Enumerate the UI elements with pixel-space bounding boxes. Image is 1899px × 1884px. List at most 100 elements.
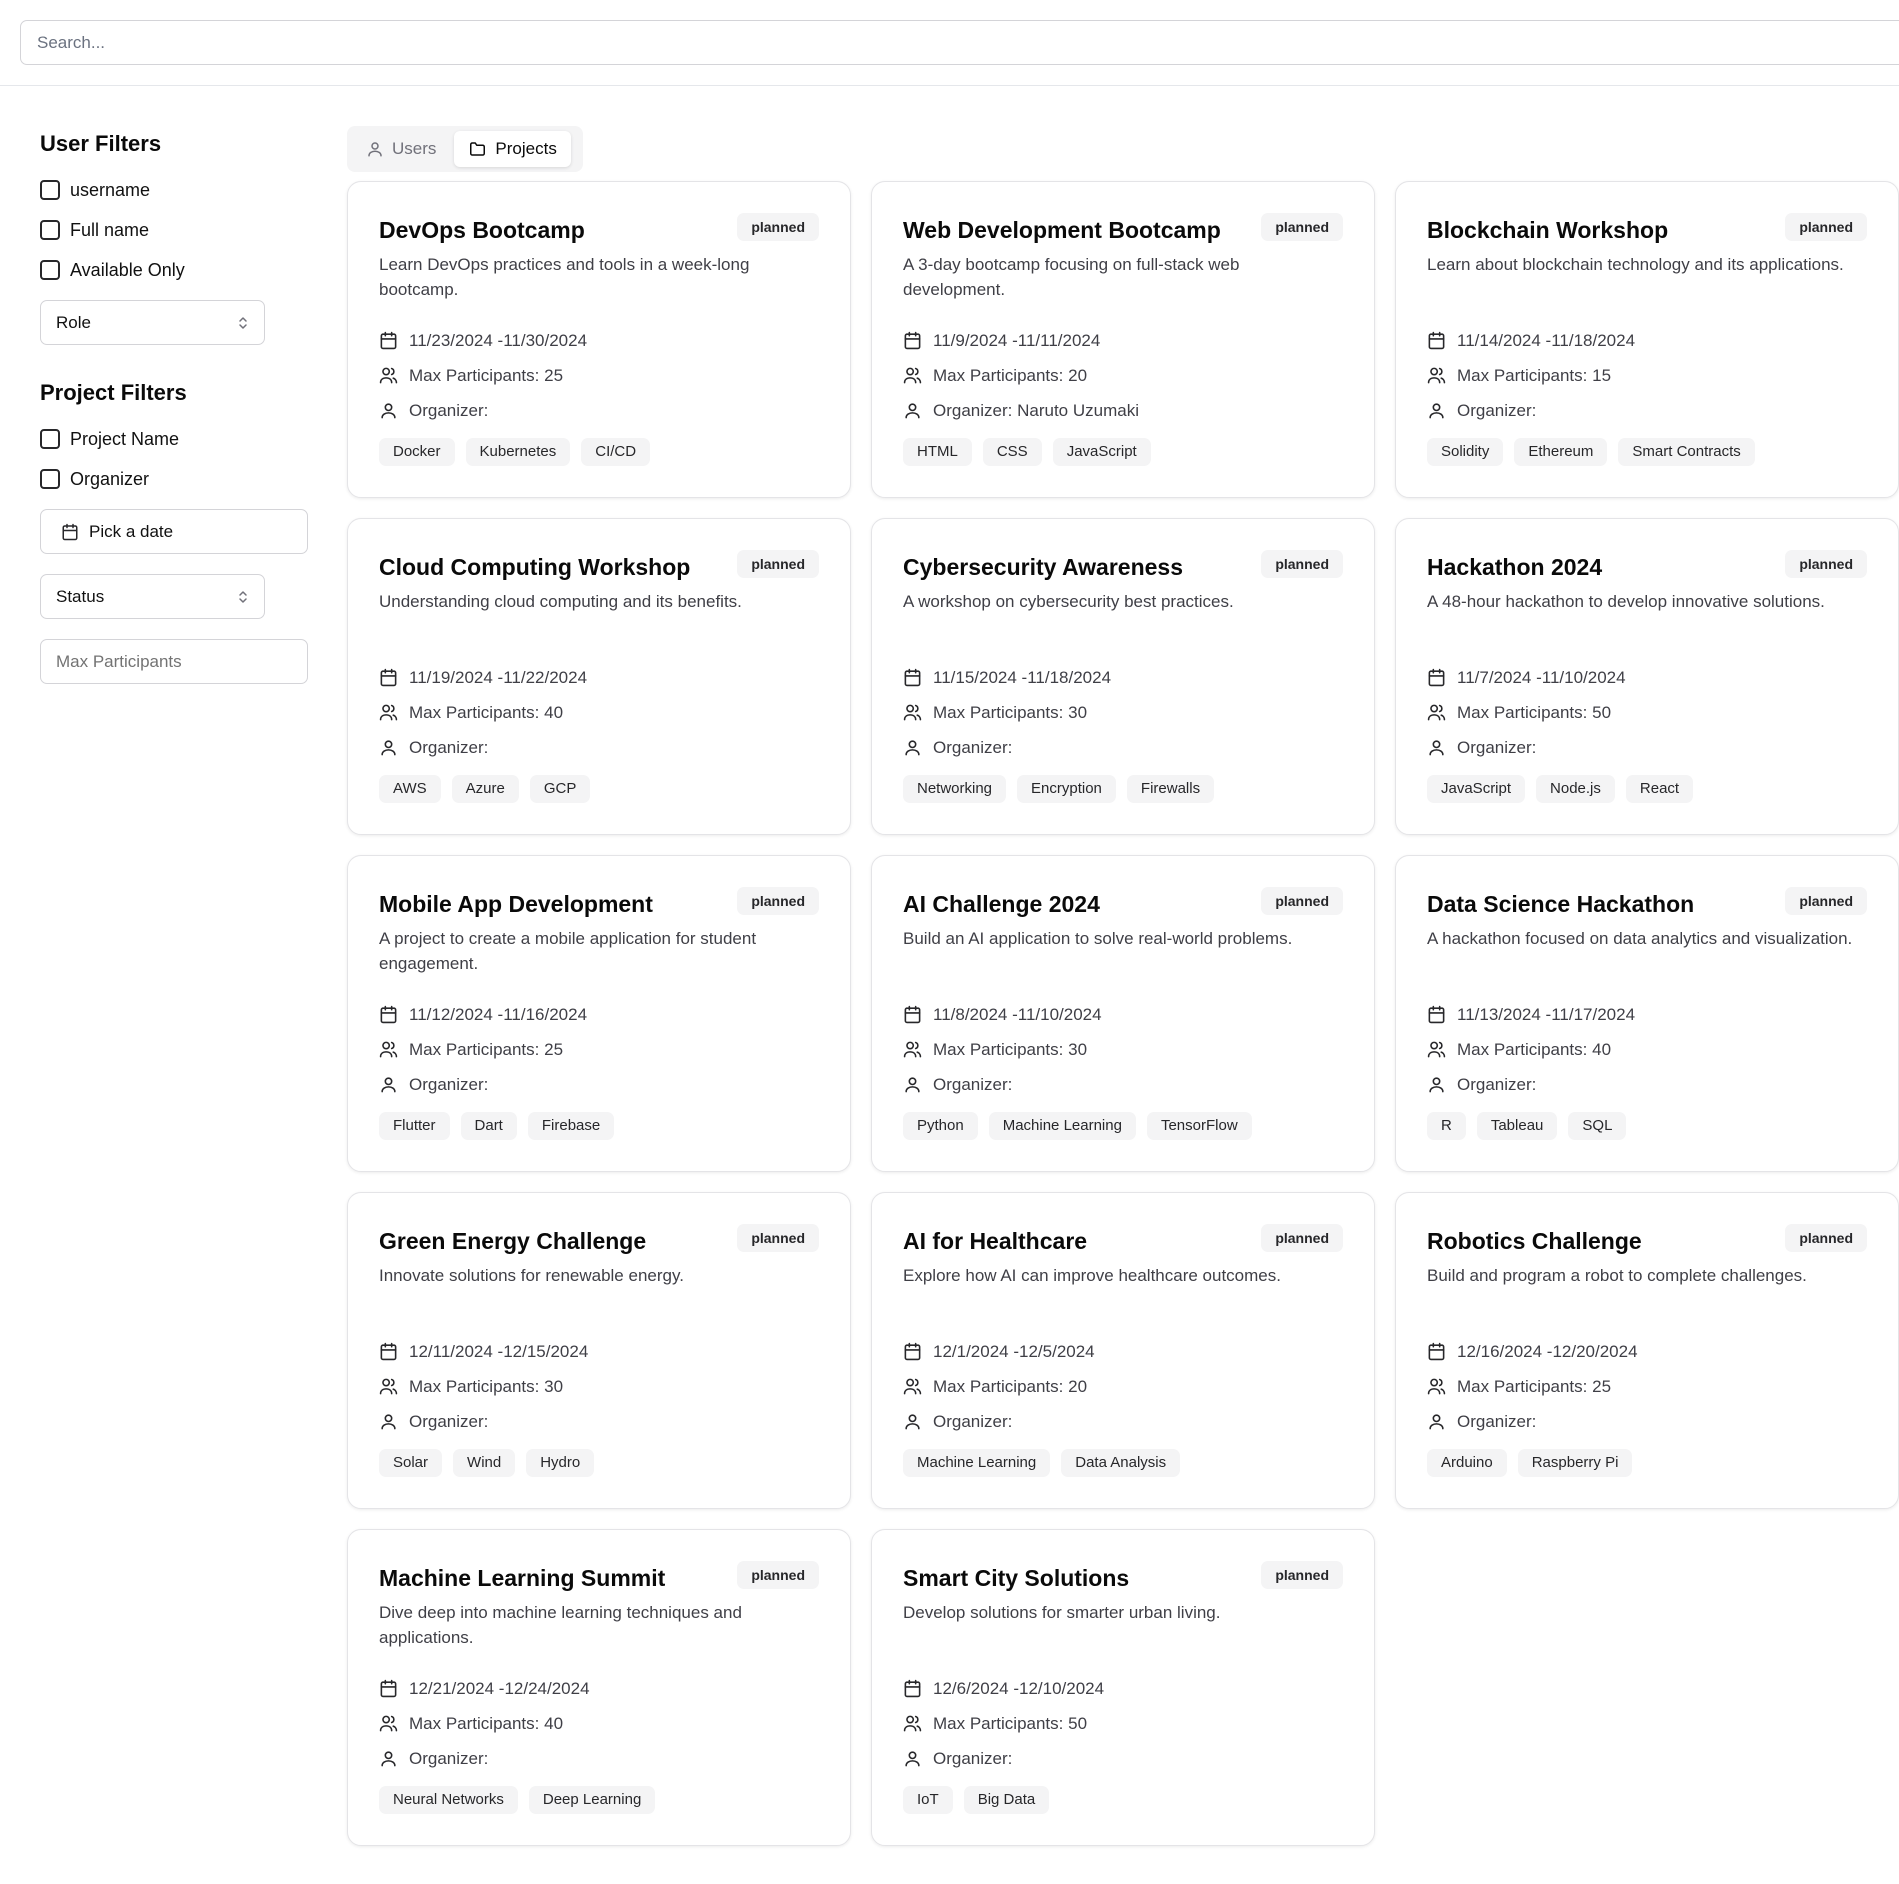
calendar-icon <box>380 668 397 687</box>
status-badge: planned <box>1261 887 1343 915</box>
project-card[interactable]: Mobile App Development planned A project… <box>347 855 851 1172</box>
project-card[interactable]: Cybersecurity Awareness planned A worksh… <box>871 518 1375 835</box>
organizer-text: Organizer: Naruto Uzumaki <box>933 401 1139 421</box>
project-card[interactable]: Smart City Solutions planned Develop sol… <box>871 1529 1375 1846</box>
calendar-icon <box>904 1005 921 1024</box>
project-card[interactable]: Data Science Hackathon planned A hackath… <box>1395 855 1899 1172</box>
project-dates-text: 12/11/2024 -12/15/2024 <box>409 1341 589 1361</box>
organizer-text: Organizer: <box>933 1075 1012 1095</box>
project-meta: 11/19/2024 -11/22/2024 Max Participants:… <box>379 660 819 765</box>
max-participants-label: Max Participants: <box>1457 365 1593 385</box>
project-description: A 3-day bootcamp focusing on full-stack … <box>903 255 1240 299</box>
tag-chip: Deep Learning <box>528 1786 656 1814</box>
project-max-participants: Max Participants: 20 <box>903 1369 1343 1404</box>
project-tags: Networking Encryption Firewalls <box>903 775 1343 803</box>
status-badge: planned <box>737 1561 819 1589</box>
project-description: Innovate solutions for renewable energy. <box>379 1266 684 1285</box>
project-card[interactable]: AI for Healthcare planned Explore how AI… <box>871 1192 1375 1509</box>
project-description: Learn DevOps practices and tools in a we… <box>379 255 750 299</box>
project-card[interactable]: DevOps Bootcamp planned Learn DevOps pra… <box>347 181 851 498</box>
tag-chip: Dart <box>460 1112 517 1140</box>
project-dates-text: 12/16/2024 -12/20/2024 <box>1457 1341 1638 1361</box>
max-participants-value: 25 <box>544 365 564 385</box>
tag-chip: Solidity <box>1427 438 1504 466</box>
project-dates-text: 11/13/2024 -11/17/2024 <box>1457 1004 1636 1024</box>
max-participants-label: Max Participants: <box>1457 1039 1593 1059</box>
project-dates: 12/6/2024 -12/10/2024 <box>903 1671 1343 1706</box>
tag-chip: JavaScript <box>1052 438 1151 466</box>
project-card[interactable]: Cloud Computing Workshop planned Underst… <box>347 518 851 835</box>
tag-chip: Kubernetes <box>465 438 571 466</box>
project-dates: 11/9/2024 -11/11/2024 <box>903 323 1343 358</box>
project-card[interactable]: Robotics Challenge planned Build and pro… <box>1395 1192 1899 1509</box>
available-only-checkbox[interactable]: Available Only <box>40 250 310 290</box>
project-dates-text: 11/8/2024 -11/10/2024 <box>933 1004 1102 1024</box>
max-participants-label: Max Participants: <box>933 1039 1069 1059</box>
status-badge: planned <box>737 887 819 915</box>
project-name-filter-checkbox[interactable]: Project Name <box>40 419 310 459</box>
project-max-participants: Max Participants: 20 <box>903 358 1343 393</box>
organizer-text: Organizer: <box>933 738 1012 758</box>
max-participants-input[interactable] <box>40 639 308 684</box>
project-tags: JavaScript Node.js React <box>1427 775 1867 803</box>
status-select[interactable]: Status <box>40 574 265 619</box>
project-max-participants: Max Participants: 50 <box>903 1706 1343 1741</box>
project-card[interactable]: Green Energy Challenge planned Innovate … <box>347 1192 851 1509</box>
tag-chip: Machine Learning <box>988 1112 1136 1140</box>
users-icon <box>1427 367 1446 384</box>
project-dates: 11/19/2024 -11/22/2024 <box>379 660 819 695</box>
max-participants-text: Max Participants: 20 <box>933 1377 1087 1397</box>
tag-chip: Neural Networks <box>379 1786 518 1814</box>
tag-chip: CI/CD <box>581 438 651 466</box>
project-max-participants: Max Participants: 30 <box>903 695 1343 730</box>
organizer-label: Organizer: <box>1457 1074 1537 1094</box>
project-dates: 11/14/2024 -11/18/2024 <box>1427 323 1867 358</box>
chevrons-up-down-icon <box>239 316 247 329</box>
project-description: Build and program a robot to complete ch… <box>1427 1266 1807 1285</box>
project-card[interactable]: Machine Learning Summit planned Dive dee… <box>347 1529 851 1846</box>
checkbox-label: username <box>70 179 151 200</box>
project-dates-text: 12/21/2024 -12/24/2024 <box>409 1678 590 1698</box>
max-participants-text: Max Participants: 40 <box>409 703 563 723</box>
tag-chip: Networking <box>903 775 1007 803</box>
tab-projects[interactable]: Projects <box>454 131 571 167</box>
organizer-label: Organizer: <box>933 1748 1013 1768</box>
max-participants-label: Max Participants: <box>933 1376 1069 1396</box>
checkbox-box[interactable] <box>40 469 60 489</box>
user-icon <box>1429 740 1444 756</box>
project-tags: Solar Wind Hydro <box>379 1449 819 1477</box>
project-meta: 11/13/2024 -11/17/2024 Max Participants:… <box>1427 997 1867 1102</box>
checkbox-box[interactable] <box>40 429 60 449</box>
project-card[interactable]: AI Challenge 2024 planned Build an AI ap… <box>871 855 1375 1172</box>
tag-chip: GCP <box>529 775 591 803</box>
project-tags: Arduino Raspberry Pi <box>1427 1449 1867 1477</box>
project-card[interactable]: Blockchain Workshop planned Learn about … <box>1395 181 1899 498</box>
checkbox-box[interactable] <box>40 180 60 200</box>
tab-label: Projects <box>495 139 557 158</box>
organizer-label: Organizer: <box>933 400 1018 420</box>
project-card[interactable]: Web Development Bootcamp planned A 3-day… <box>871 181 1375 498</box>
organizer-label: Organizer: <box>933 737 1013 757</box>
tag-chip: AWS <box>379 775 441 803</box>
role-select[interactable]: Role <box>40 300 265 345</box>
search-input[interactable] <box>20 20 1899 65</box>
project-card[interactable]: Hackathon 2024 planned A 48-hour hackath… <box>1395 518 1899 835</box>
tab-users[interactable]: Users <box>352 131 450 167</box>
project-dates-text: 12/1/2024 -12/5/2024 <box>933 1341 1095 1361</box>
organizer-filter-checkbox[interactable]: Organizer <box>40 459 310 499</box>
tag-chip: Docker <box>379 438 455 466</box>
project-dates: 11/8/2024 -11/10/2024 <box>903 997 1343 1032</box>
tag-chip: Python <box>903 1112 978 1140</box>
date-picker-button[interactable]: Pick a date <box>40 509 308 554</box>
checkbox-box[interactable] <box>40 220 60 240</box>
checkbox-box[interactable] <box>40 260 60 280</box>
max-participants-value: 25 <box>544 1039 564 1059</box>
organizer-label: Organizer: <box>1457 737 1537 757</box>
max-participants-label: Max Participants: <box>1457 702 1593 722</box>
max-participants-text: Max Participants: 25 <box>1457 1377 1611 1397</box>
max-participants-label: Max Participants: <box>933 365 1069 385</box>
max-participants-value: 40 <box>544 1713 564 1733</box>
project-meta: 11/15/2024 -11/18/2024 Max Participants:… <box>903 660 1343 765</box>
username-filter-checkbox[interactable]: username <box>40 170 310 210</box>
fullname-filter-checkbox[interactable]: Full name <box>40 210 310 250</box>
